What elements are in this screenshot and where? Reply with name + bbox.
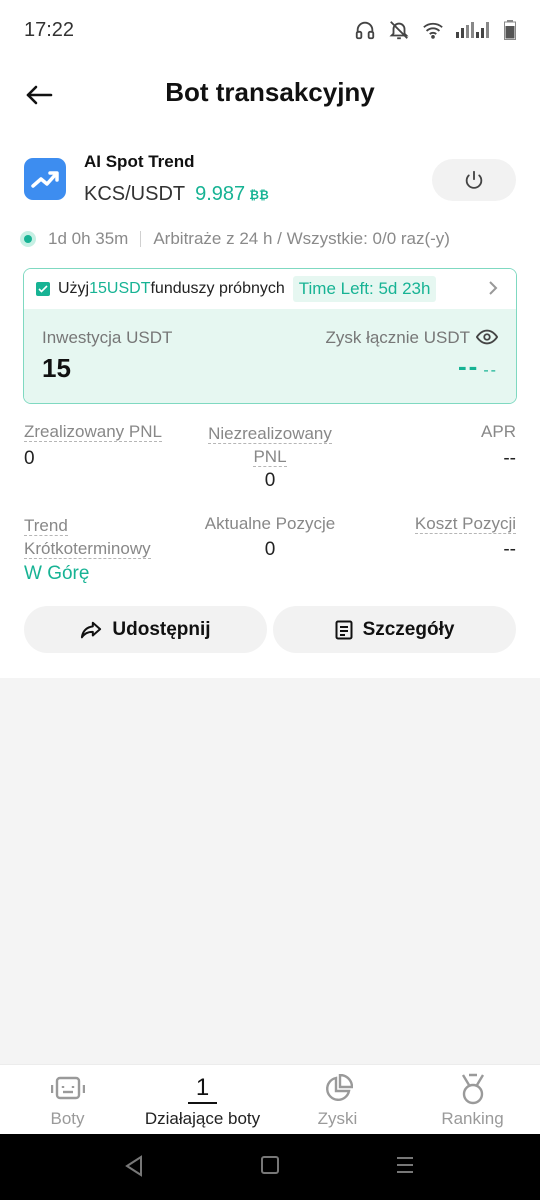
apr-value: -- [503,448,516,469]
battery-icon [504,20,516,40]
trend-value: W Górę [24,563,90,584]
nav-bots-label: Boty [50,1109,85,1128]
eye-icon[interactable] [476,329,498,345]
bot-name: AI Spot Trend [84,152,195,171]
app-header: Bot transakcyjny [0,60,540,130]
medal-icon [459,1073,487,1105]
nav-ranking[interactable]: Ranking [405,1065,540,1135]
realized-pnl-label[interactable]: Zrealizowany PNL [24,422,162,442]
document-icon [335,620,353,639]
run-time: 1d 0h 35m [48,229,129,248]
profit-main: -- [458,351,480,381]
running-count-badge: 1 [187,1074,218,1104]
nav-profits[interactable]: Zyski [270,1065,405,1135]
position-cost-value: -- [503,539,516,560]
realized-pnl-value: 0 [24,448,35,469]
ticket-icon [36,282,50,296]
share-label: Udostępnij [112,618,211,640]
nav-bots[interactable]: Boty [0,1065,135,1135]
signal-icon [456,22,489,38]
price-indicator-icon: ₿₿ [249,187,269,202]
trial-prefix: Użyj [58,280,90,297]
nav-profits-label: Zyski [317,1109,358,1128]
nav-running-label: Działające boty [144,1109,261,1128]
investment-panel: Inwestycja USDT 15 Zysk łącznie USDT -- -… [24,309,516,403]
trend-up-icon [31,171,59,188]
menu-lines-icon[interactable] [395,1155,415,1175]
trial-funds-box: Użyj 15USDT funduszy próbnych Time Left:… [23,268,517,404]
details-label: Szczegóły [362,618,455,640]
share-button[interactable]: Udostępnij [24,606,267,653]
share-icon [81,621,102,638]
home-square-icon[interactable] [260,1155,280,1175]
trend-label[interactable]: Trend Krótkoterminowy [24,514,151,560]
status-icons [354,19,516,41]
current-positions-value: 0 [264,539,276,560]
run-info: 1d 0h 35m Arbitraże z 24 h / Wszystkie: … [20,229,450,249]
position-cost-label[interactable]: Koszt Pozycji [414,514,516,534]
unrealized-pnl-value: 0 [264,470,276,491]
chevron-right-icon [489,281,498,295]
page-title: Bot transakcyjny [165,77,375,107]
arbitrage-info: Arbitraże z 24 h / Wszystkie: 0/0 raz(-y… [153,229,450,248]
stop-bot-button[interactable] [432,159,516,201]
nav-running-bots[interactable]: 1 Działające boty [135,1065,270,1135]
details-button[interactable]: Szczegóły [273,606,516,653]
bot-card: AI Spot Trend KCS/USDT 9.987 ₿₿ 1d 0h 35… [0,130,540,678]
pair-row: KCS/USDT 9.987 ₿₿ [84,183,269,206]
investment-value: 15 [42,353,71,383]
wifi-icon [423,22,443,39]
bot-strategy-icon [24,158,66,200]
apr-label: APR [481,422,516,441]
trial-banner[interactable]: Użyj 15USDT funduszy próbnych Time Left:… [24,269,516,309]
back-triangle-icon[interactable] [124,1155,144,1177]
status-bar: 17:22 [0,0,540,60]
headphones-icon [355,21,375,40]
status-time: 17:22 [24,18,75,41]
profit-sub: -- [483,362,498,379]
trading-pair: KCS/USDT [84,183,186,205]
bottom-nav: Boty 1 Działające boty Zyski Ranking [0,1064,540,1134]
trial-amount: 15USDT [89,280,151,297]
current-positions-label: Aktualne Pozycje [204,514,336,533]
pie-chart-icon [323,1074,353,1104]
system-nav-bar [0,1134,540,1200]
robot-icon [50,1074,85,1104]
trial-suffix: funduszy próbnych [150,280,285,297]
running-status-icon [20,231,36,247]
total-profit-value: -- -- [458,351,498,382]
investment-label: Inwestycja USDT [42,328,173,347]
total-profit-label: Zysk łącznie USDT [325,328,470,347]
bell-muted-icon [389,21,409,40]
time-left-badge: Time Left: 5d 23h [292,276,437,302]
pair-price: 9.987 [195,183,246,205]
running-count: 1 [187,1074,218,1104]
unrealized-pnl-label[interactable]: Niezrealizowany PNL [170,422,370,468]
power-icon [465,170,483,189]
nav-ranking-label: Ranking [441,1109,504,1128]
divider [140,231,142,247]
